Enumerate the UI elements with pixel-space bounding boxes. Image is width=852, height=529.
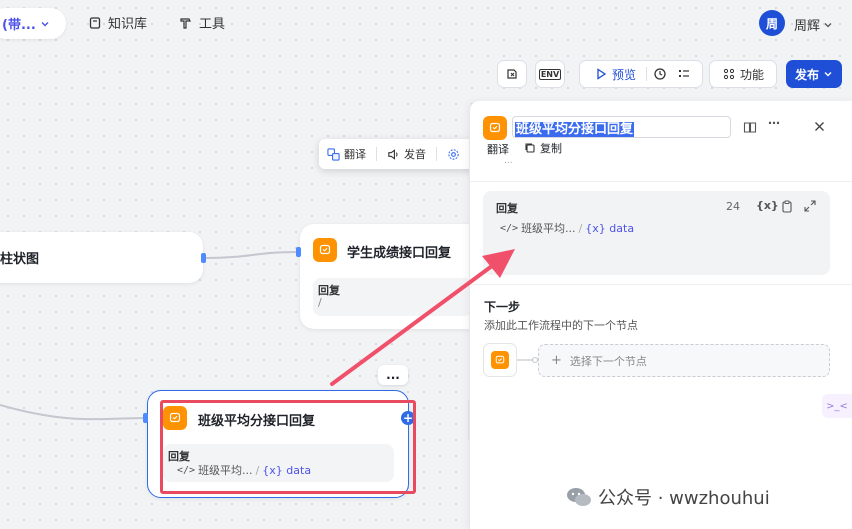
watermark-text: 公众号 · wwzhouhui	[598, 488, 770, 509]
watermark: 公众号 · wwzhouhui	[566, 484, 770, 510]
wechat-icon	[567, 488, 591, 506]
annotation-arrow	[330, 249, 515, 386]
